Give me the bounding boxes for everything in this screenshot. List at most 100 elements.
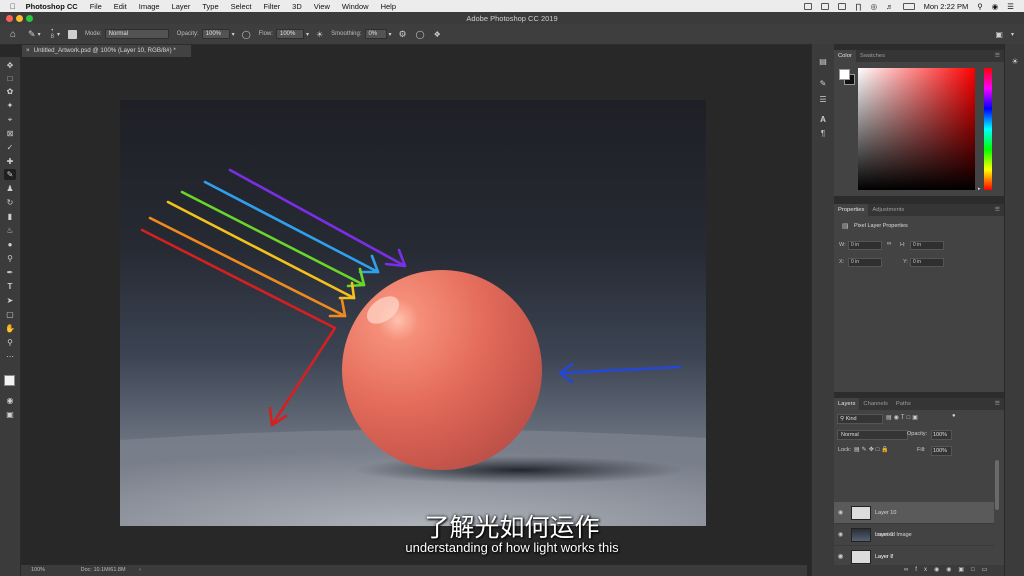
brush-settings-icon[interactable] [67, 29, 77, 39]
zoom-tool-icon[interactable]: ⚲ [4, 337, 16, 348]
layers-footer-icons[interactable]: ∞fx◉◉▣□▭ [834, 565, 1004, 576]
frame-tool-icon[interactable]: ⊠ [4, 128, 16, 139]
panel-menu-icon[interactable]: ☰ [991, 50, 1004, 62]
y-field[interactable]: 0 in [910, 258, 944, 267]
tab-channels[interactable]: Channels [859, 398, 892, 410]
brush-tool-icon[interactable]: ✎ [28, 29, 36, 40]
menu-window[interactable]: Window [342, 2, 369, 11]
app-menu[interactable]: Photoshop CC [26, 2, 78, 11]
tab-paths[interactable]: Paths [892, 398, 915, 410]
color-field[interactable] [858, 68, 975, 190]
history-panel-icon[interactable]: ▤ [817, 56, 829, 67]
drive-icon[interactable] [821, 2, 830, 10]
menu-filter[interactable]: Filter [263, 2, 280, 11]
tab-color[interactable]: Color [834, 50, 856, 62]
menu-view[interactable]: View [314, 2, 330, 11]
panel-menu-icon[interactable]: ☰ [991, 204, 1004, 216]
flow-field[interactable]: 100% [275, 29, 304, 39]
foreground-color-swatch[interactable] [4, 375, 15, 386]
menu-edit[interactable]: Edit [114, 2, 127, 11]
adjust-panel-icon[interactable]: ☰ [817, 94, 829, 105]
blur-tool-icon[interactable]: ● [4, 239, 16, 250]
pressure-size-icon[interactable]: ◯ [416, 30, 425, 39]
dodge-tool-icon[interactable]: ⚲ [4, 253, 16, 264]
paragraph-panel-icon[interactable]: ¶ [817, 128, 829, 139]
filter-toggle-icon[interactable]: ● [952, 413, 956, 419]
menu-file[interactable]: File [90, 2, 102, 11]
paint-bucket-tool-icon[interactable]: ♨ [4, 225, 16, 236]
airbrush-icon[interactable]: ☀ [316, 30, 323, 39]
screen-mode-icon[interactable]: ▣ [4, 409, 16, 420]
layer-filter-icons[interactable]: ▤◉T□▣ [886, 414, 920, 421]
pressure-opacity-icon[interactable]: ◯ [242, 30, 251, 39]
chevron-down-icon[interactable]: ▾ [232, 31, 235, 38]
chevron-down-icon[interactable]: ▾ [389, 31, 392, 38]
chevron-down-icon[interactable]: ▾ [57, 31, 60, 38]
magic-wand-tool-icon[interactable]: ✦ [4, 100, 16, 111]
workspace-icon[interactable]: ▣ [995, 30, 1003, 39]
menu-3d[interactable]: 3D [292, 2, 302, 11]
x-field[interactable]: 0 in [848, 258, 882, 267]
document-tab[interactable]: × Untitled_Artwork.psd @ 100% (Layer 10, … [22, 45, 192, 57]
apple-icon[interactable]:  [10, 2, 16, 11]
tab-properties[interactable]: Properties [834, 204, 869, 216]
brush-settings-panel-icon[interactable]: ✎ [817, 78, 829, 89]
menu-select[interactable]: Select [231, 2, 252, 11]
brush-preset-picker[interactable]: • 8 [51, 28, 54, 40]
height-field[interactable]: 0 in [910, 241, 944, 250]
monitor-icon[interactable] [838, 2, 847, 10]
chevron-down-icon[interactable]: ▾ [1011, 31, 1014, 38]
close-tab-icon[interactable]: × [26, 47, 30, 54]
more-tools-icon[interactable]: ⋯ [4, 351, 16, 362]
wifi-icon[interactable]: ◎ [871, 2, 878, 11]
foreground-color-swatch[interactable] [839, 69, 850, 80]
smoothing-field[interactable]: 0% [364, 29, 387, 39]
home-icon[interactable]: ⌂ [10, 29, 16, 40]
spotlight-icon[interactable]: ⚲ [977, 2, 983, 11]
status-menu-arrow-icon[interactable]: › [139, 567, 141, 573]
path-selection-tool-icon[interactable]: ➤ [4, 295, 16, 306]
chevron-down-icon[interactable]: ▾ [38, 31, 41, 38]
zoom-level[interactable]: 100% [31, 567, 45, 573]
move-tool-icon[interactable]: ✥ [4, 60, 16, 71]
tab-adjustments[interactable]: Adjustments [868, 204, 908, 216]
hand-tool-icon[interactable]: ✋ [4, 323, 16, 334]
eraser-tool-icon[interactable]: ▮ [4, 211, 16, 222]
lasso-tool-icon[interactable]: ✿ [4, 86, 16, 97]
link-dimensions-icon[interactable]: ∞ [887, 241, 891, 247]
width-field[interactable]: 0 in [848, 241, 882, 250]
menu-help[interactable]: Help [381, 2, 396, 11]
user-icon[interactable]: ◉ [992, 2, 999, 11]
hue-slider-handle-icon[interactable]: ▸ [978, 186, 981, 192]
tab-layers[interactable]: Layers [834, 398, 860, 410]
chevron-down-icon[interactable]: ▾ [306, 31, 309, 38]
menu-layer[interactable]: Layer [172, 2, 191, 11]
menu-clock[interactable]: Mon 2:22 PM [924, 2, 969, 11]
notification-icon[interactable]: ☰ [1007, 2, 1014, 11]
character-panel-icon[interactable]: A [817, 114, 829, 125]
type-tool-icon[interactable]: T [4, 281, 16, 292]
lock-icons[interactable]: ▤✎✥□🔒 [854, 446, 891, 453]
clone-stamp-tool-icon[interactable]: ♟ [4, 183, 16, 194]
layers-scrollbar[interactable] [995, 460, 999, 510]
opacity-field[interactable]: 100% [201, 29, 230, 39]
layer-filter-select[interactable]: ⚲ Kind [837, 414, 883, 424]
battery-icon[interactable] [902, 2, 915, 10]
panel-menu-icon[interactable]: ☰ [991, 398, 1004, 410]
record-icon[interactable] [804, 2, 813, 10]
blend-mode-select[interactable]: Normal [837, 430, 908, 440]
lightbulb-icon[interactable]: ☀ [1009, 56, 1021, 67]
gear-icon[interactable]: ⚙ [399, 29, 407, 40]
healing-brush-tool-icon[interactable]: ✚ [4, 156, 16, 167]
layer-opacity-field[interactable]: 100% [931, 430, 952, 440]
rectangle-tool-icon[interactable]: ▢ [4, 309, 16, 320]
volume-icon[interactable]: ♬ [886, 2, 894, 11]
pen-tool-icon[interactable]: ✒ [4, 267, 16, 278]
bluetooth-icon[interactable]: ∏ [855, 2, 861, 11]
quick-mask-icon[interactable]: ◉ [4, 395, 16, 406]
eyedropper-tool-icon[interactable]: ✓ [4, 142, 16, 153]
mode-select[interactable]: Normal [104, 29, 169, 39]
menu-type[interactable]: Type [202, 2, 218, 11]
history-brush-tool-icon[interactable]: ↻ [4, 197, 16, 208]
symmetry-icon[interactable]: ❖ [434, 30, 441, 39]
